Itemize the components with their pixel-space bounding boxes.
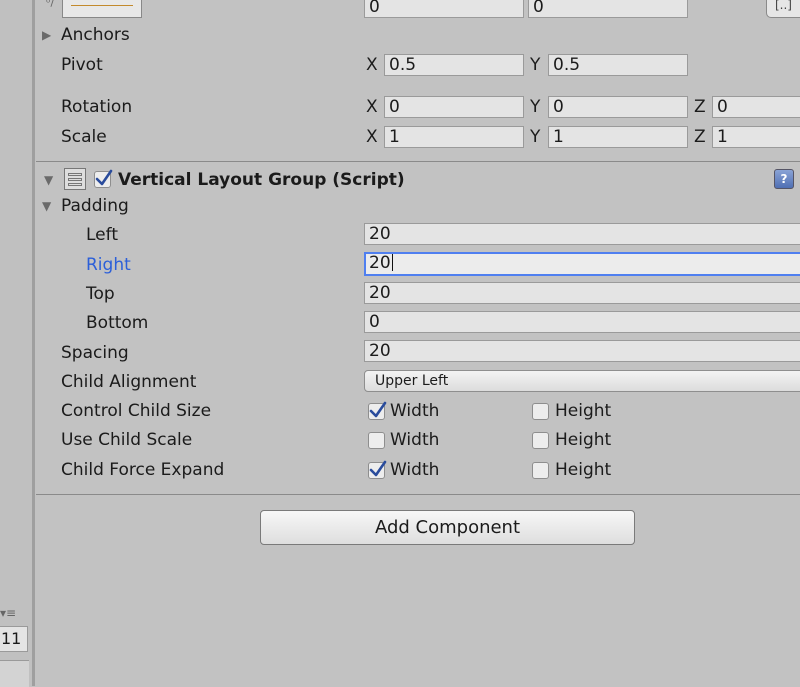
rotation-z-field[interactable]: 0	[712, 96, 800, 118]
control-child-size-label: Control Child Size	[61, 401, 212, 421]
top-left-field[interactable]: 0	[364, 0, 524, 18]
scale-x-field[interactable]: 1	[384, 126, 524, 148]
child-force-expand-width-label[interactable]: Width	[390, 459, 439, 481]
raw-edit-button[interactable]: [..]	[766, 0, 800, 18]
spacing-field[interactable]: 20	[364, 340, 800, 362]
scale-z-axis[interactable]: Z	[694, 126, 706, 148]
child-force-expand-height-label[interactable]: Height	[555, 459, 611, 481]
anchors-foldout-icon[interactable]: ▶	[42, 24, 51, 46]
use-child-scale-width-label[interactable]: Width	[390, 429, 439, 451]
padding-right-field[interactable]: 20	[364, 252, 800, 276]
control-child-size-height-checkbox[interactable]	[532, 403, 549, 420]
scale-z-field[interactable]: 1	[712, 126, 800, 148]
pivot-label: Pivot	[61, 55, 103, 75]
layout-group-icon	[64, 168, 86, 190]
padding-top-label: Top	[86, 284, 115, 304]
use-child-scale-width-checkbox[interactable]	[368, 432, 385, 449]
padding-foldout-icon[interactable]: ▼	[42, 195, 51, 217]
use-child-scale-height-label[interactable]: Height	[555, 429, 611, 451]
rotation-z-axis[interactable]: Z	[694, 96, 706, 118]
child-force-expand-height-checkbox[interactable]	[532, 462, 549, 479]
ruler-mark: ᵒ/	[46, 0, 55, 9]
scale-y-axis[interactable]: Y	[530, 126, 540, 148]
padding-bottom-label: Bottom	[86, 313, 149, 333]
padding-bottom-field[interactable]: 0	[364, 311, 800, 333]
scale-label: Scale	[61, 127, 107, 147]
padding-label[interactable]: Padding	[61, 195, 129, 217]
child-alignment-dropdown[interactable]: Upper Left	[364, 370, 800, 392]
use-child-scale-label: Use Child Scale	[61, 430, 193, 450]
pivot-x-axis[interactable]: X	[366, 54, 378, 76]
left-panel	[0, 0, 32, 686]
padding-top-field[interactable]: 20	[364, 282, 800, 304]
rotation-x-axis[interactable]: X	[366, 96, 378, 118]
rotation-y-axis[interactable]: Y	[530, 96, 540, 118]
component-title[interactable]: Vertical Layout Group (Script)	[118, 169, 405, 191]
left-panel-divider	[32, 0, 35, 686]
padding-left-field[interactable]: 20	[364, 223, 800, 245]
rotation-x-field[interactable]: 0	[384, 96, 524, 118]
help-icon[interactable]: ?	[774, 169, 794, 189]
child-alignment-label: Child Alignment	[61, 372, 197, 392]
rotation-y-field[interactable]: 0	[548, 96, 688, 118]
control-child-size-width-checkbox[interactable]	[368, 401, 387, 420]
pivot-y-field[interactable]: 0.5	[548, 54, 688, 76]
anchor-preset-line	[71, 5, 133, 6]
component-enabled-checkbox[interactable]	[94, 169, 113, 188]
text-caret	[391, 254, 393, 271]
pivot-y-axis[interactable]: Y	[530, 54, 540, 76]
rotation-label: Rotation	[61, 97, 133, 117]
top-right-field[interactable]: 0	[528, 0, 688, 18]
left-panel-field[interactable]: 11	[0, 626, 28, 652]
control-child-size-width-label[interactable]: Width	[390, 400, 439, 422]
anchors-label[interactable]: Anchors	[61, 24, 130, 46]
spacing-label: Spacing	[61, 343, 129, 363]
panel-menu-icon[interactable]: ▾≡	[0, 605, 24, 621]
pivot-x-field[interactable]: 0.5	[384, 54, 524, 76]
padding-left-label: Left	[86, 225, 118, 245]
bottom-separator	[36, 494, 800, 495]
scale-x-axis[interactable]: X	[366, 126, 378, 148]
scale-y-field[interactable]: 1	[548, 126, 688, 148]
left-panel-scroll[interactable]	[0, 660, 29, 687]
padding-right-value: 20	[369, 253, 391, 273]
use-child-scale-height-checkbox[interactable]	[532, 432, 549, 449]
control-child-size-height-label[interactable]: Height	[555, 400, 611, 422]
anchor-preset-icon[interactable]	[62, 0, 142, 18]
child-force-expand-width-checkbox[interactable]	[368, 460, 387, 479]
child-force-expand-label: Child Force Expand	[61, 460, 225, 480]
component-foldout-icon[interactable]: ▼	[44, 169, 53, 191]
add-component-button[interactable]: Add Component	[260, 510, 635, 545]
component-separator	[36, 161, 800, 162]
padding-right-label: Right	[86, 255, 131, 275]
